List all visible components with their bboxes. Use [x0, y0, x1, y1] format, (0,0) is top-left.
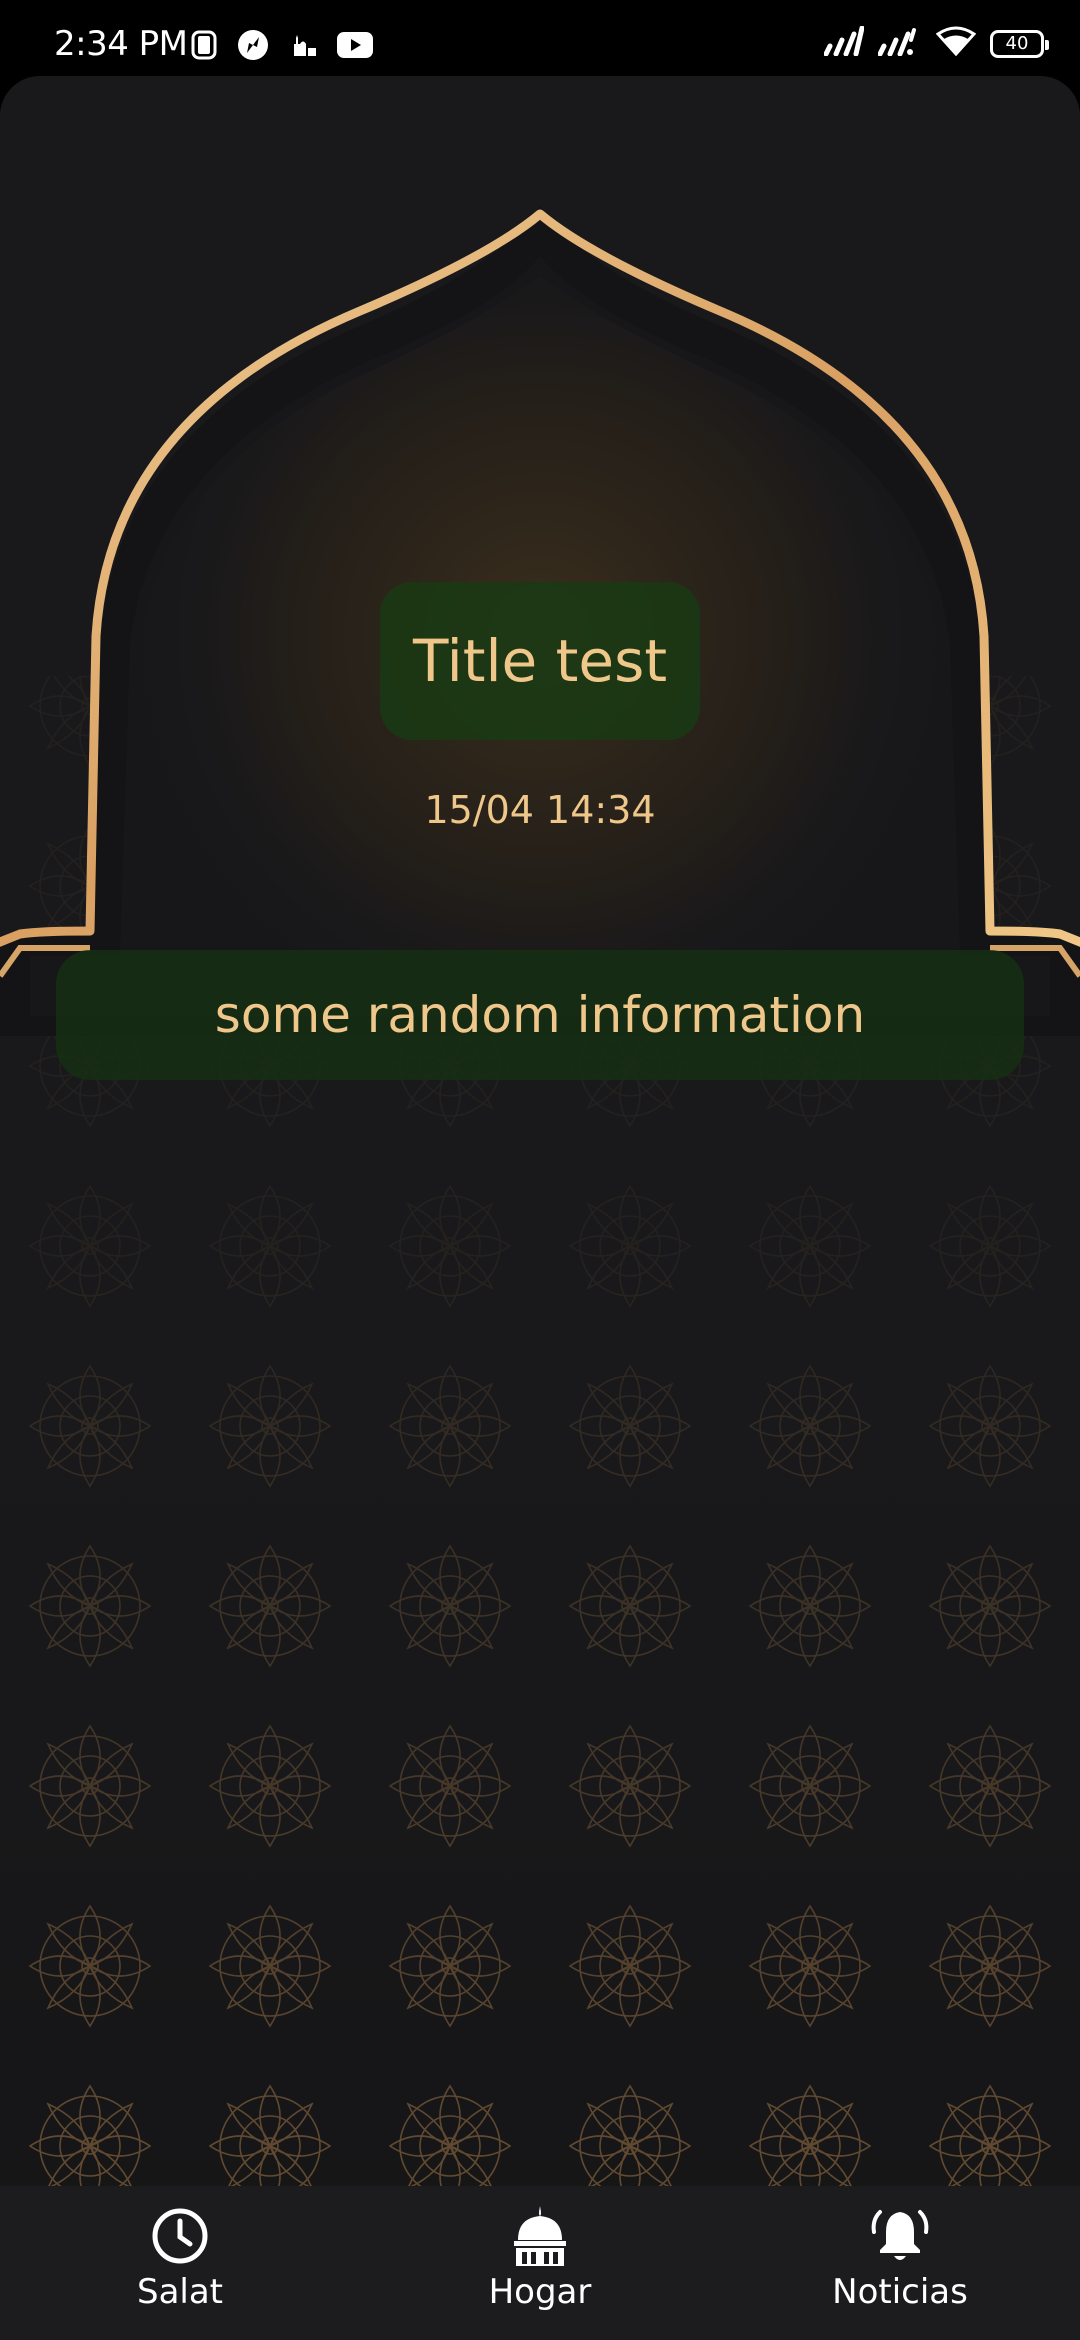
system-icons: 40 [823, 25, 1049, 61]
app-screen: 2:34 PM 40 Title test 15/04 14:34 some r… [0, 0, 1080, 2340]
card-title: Title test [412, 627, 668, 695]
nav-label-noticias: Noticias [832, 2272, 968, 2312]
clock-icon [148, 2204, 212, 2268]
card-info: some random information [214, 986, 866, 1044]
nav-label-salat: Salat [136, 2272, 224, 2312]
main-content: Title test 15/04 14:34 some random infor… [0, 76, 1080, 2186]
card-datetime: 15/04 14:34 [424, 788, 656, 832]
battery-level: 40 [1005, 32, 1029, 54]
bottom-navigation: Salat Hogar Noticias [0, 2186, 1080, 2340]
mosque-icon [288, 30, 318, 65]
title-pill: Title test [380, 582, 700, 740]
notification-app-icon [190, 30, 218, 65]
wifi-icon [935, 26, 977, 61]
nav-item-salat[interactable]: Salat [60, 2204, 300, 2312]
bell-icon [868, 2204, 932, 2268]
mosque-arch-background [0, 76, 1080, 2186]
status-time: 2:34 PM [54, 24, 188, 64]
compass-icon [236, 28, 270, 67]
signal-icon [823, 25, 865, 61]
status-bar: 2:34 PM 40 [0, 0, 1080, 76]
nav-item-hogar[interactable]: Hogar [420, 2204, 660, 2312]
mosque-icon [508, 2204, 572, 2268]
nav-item-noticias[interactable]: Noticias [780, 2204, 1020, 2312]
info-pill: some random information [56, 950, 1024, 1080]
notification-icons [190, 28, 374, 67]
youtube-icon [336, 31, 374, 64]
nav-label-hogar: Hogar [488, 2272, 592, 2312]
signal-icon [877, 26, 922, 61]
battery-icon: 40 [990, 29, 1049, 58]
